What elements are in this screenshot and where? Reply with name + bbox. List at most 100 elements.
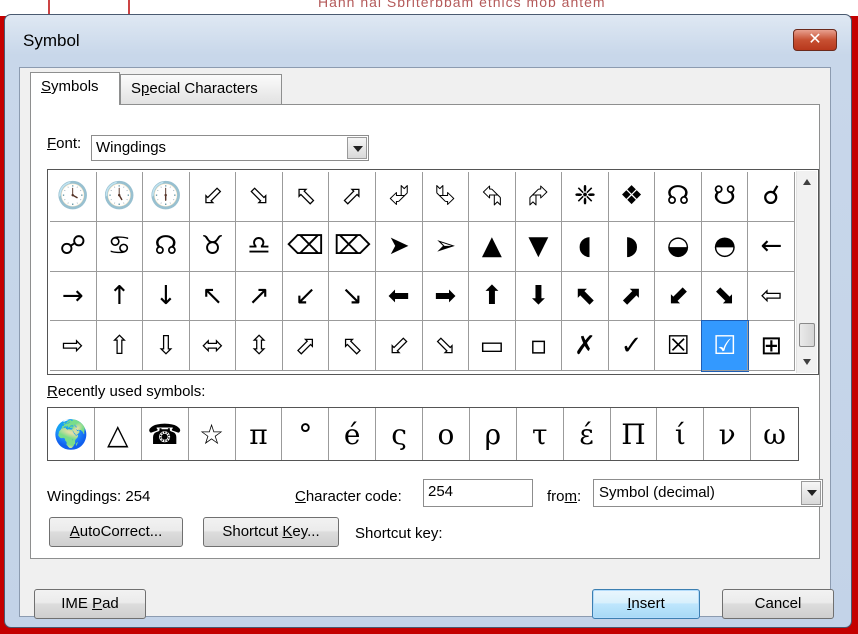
symbol-cell[interactable]: ⬆: [469, 271, 516, 322]
symbol-cell[interactable]: ↑: [96, 271, 144, 322]
symbol-cell[interactable]: ♉: [189, 221, 237, 272]
symbol-cell[interactable]: ◒: [655, 221, 702, 272]
symbol-cells: 🕓 🕔 🕕 ⬃ ⬂ ⬁ ⬀ ⮰ ⮱ ⮲ ⮳ ❈ ❖ ☊ ☋ ☌ ☍ ♋ ☊ ♉ ♎ ⌫ ⌦ ➤ ➢ ▲ ▼ ◖ ◗ ◒ ◓ ← → ↑ ↓ ↖ ↗ ↙ ↘ ⬅…: [50, 172, 795, 372]
tab-symbols[interactable]: Symbols: [30, 72, 120, 105]
cancel-button[interactable]: Cancel: [722, 589, 834, 619]
symbol-cell[interactable]: ➡: [422, 271, 470, 322]
symbol-cell[interactable]: ⌦: [329, 221, 376, 272]
symbol-cell[interactable]: ♋: [96, 221, 144, 272]
symbol-cell[interactable]: ⬄: [189, 321, 237, 371]
symbol-cell[interactable]: ⬃: [189, 172, 237, 222]
symbol-cell[interactable]: ⬃: [375, 321, 423, 371]
recent-symbol-cell[interactable]: 🌍: [48, 408, 95, 460]
symbol-cell[interactable]: ⮱: [422, 172, 470, 222]
symbol-cell[interactable]: ⬂: [236, 172, 283, 222]
symbol-cell[interactable]: 🕓: [50, 172, 97, 222]
symbol-cell[interactable]: 🕕: [143, 172, 190, 222]
symbol-cell[interactable]: ⬉: [562, 271, 609, 322]
font-select[interactable]: Wingdings: [91, 135, 369, 161]
symbol-cell[interactable]: ♎: [236, 221, 283, 272]
symbol-cell[interactable]: ⮳: [515, 172, 563, 222]
symbol-cell[interactable]: ❈: [562, 172, 609, 222]
ime-pad-button[interactable]: IME Pad: [34, 589, 146, 619]
recent-symbol-cell[interactable]: Π: [611, 408, 658, 460]
button-label: ad: [102, 595, 119, 612]
scroll-down-icon[interactable]: [803, 359, 811, 365]
symbol-cell[interactable]: ◗: [608, 221, 656, 272]
symbol-grid-scrollbar[interactable]: [796, 171, 817, 373]
symbol-cell[interactable]: ⬁: [282, 172, 330, 222]
symbol-cell[interactable]: ▫: [515, 321, 563, 371]
scroll-thumb[interactable]: [799, 323, 815, 347]
symbol-cell[interactable]: ⮰: [375, 172, 423, 222]
symbol-cell[interactable]: 🕔: [96, 172, 144, 222]
symbol-cell[interactable]: ▼: [515, 221, 563, 272]
symbol-cell[interactable]: ☌: [748, 172, 795, 222]
insert-button[interactable]: Insert: [592, 589, 700, 619]
symbol-cell[interactable]: ▲: [469, 221, 516, 272]
symbol-cell[interactable]: ⇦: [748, 271, 795, 322]
scroll-up-icon[interactable]: [803, 179, 811, 185]
chevron-down-icon[interactable]: [801, 481, 821, 505]
symbol-cell[interactable]: ↘: [329, 271, 376, 322]
symbol-cell[interactable]: ⬅: [375, 271, 423, 322]
recent-symbol-cell[interactable]: °: [282, 408, 330, 460]
symbol-cell[interactable]: ✗: [562, 321, 609, 371]
recent-symbol-cell[interactable]: ☆: [189, 408, 236, 460]
symbol-cell[interactable]: ↙: [282, 271, 330, 322]
symbol-cell[interactable]: ←: [748, 221, 795, 272]
recent-symbol-cell[interactable]: έ: [564, 408, 611, 460]
symbol-cell[interactable]: ➢: [422, 221, 470, 272]
tab-special-characters[interactable]: Special Characters: [120, 74, 282, 104]
recent-symbol-cell[interactable]: ρ: [470, 408, 517, 460]
symbol-cell[interactable]: ↓: [143, 271, 190, 322]
shortcut-key-button[interactable]: Shortcut Key...: [203, 517, 339, 547]
recent-symbol-cell[interactable]: ς: [376, 408, 423, 460]
symbol-cell[interactable]: ↖: [189, 271, 237, 322]
recent-symbol-cell[interactable]: △: [95, 408, 142, 460]
symbol-cell[interactable]: ☋: [701, 172, 749, 222]
recent-symbols-label: Recently used symbols:: [47, 383, 205, 400]
symbol-cell[interactable]: ⌫: [282, 221, 330, 272]
symbol-cell[interactable]: →: [50, 271, 97, 322]
recent-symbol-cell[interactable]: ί: [657, 408, 705, 460]
symbol-cell[interactable]: ❖: [608, 172, 656, 222]
recent-symbol-cell[interactable]: ν: [704, 408, 752, 460]
symbol-cell[interactable]: ⇳: [236, 321, 283, 371]
symbol-cell[interactable]: ⇧: [96, 321, 144, 371]
autocorrect-button[interactable]: AutoCorrect...: [49, 517, 183, 547]
symbol-cell[interactable]: ↗: [236, 271, 283, 322]
chevron-down-icon[interactable]: [347, 137, 367, 159]
symbol-cell[interactable]: ⬋: [655, 271, 702, 322]
recent-symbol-cell[interactable]: é: [329, 408, 377, 460]
recent-symbol-cell[interactable]: π: [236, 408, 283, 460]
close-button[interactable]: ✕: [793, 29, 837, 51]
symbol-cell[interactable]: ☊: [655, 172, 702, 222]
character-code-input[interactable]: 254: [423, 479, 533, 507]
symbol-cell[interactable]: ⇨: [50, 321, 97, 371]
symbol-cell[interactable]: ⬀: [329, 172, 376, 222]
recent-symbol-cell[interactable]: ω: [751, 408, 798, 460]
symbol-cell[interactable]: ☍: [50, 221, 97, 272]
recent-symbol-cell[interactable]: τ: [517, 408, 564, 460]
symbol-cell[interactable]: ⊞: [748, 321, 795, 371]
symbol-cell[interactable]: ✓: [608, 321, 656, 371]
recent-symbol-cell[interactable]: ο: [423, 408, 470, 460]
symbol-cell[interactable]: ☑: [700, 320, 750, 372]
symbol-cell[interactable]: ⇩: [143, 321, 190, 371]
recent-symbol-cell[interactable]: ☎: [142, 408, 189, 460]
symbol-cell[interactable]: ⬊: [701, 271, 749, 322]
symbol-cell[interactable]: ◖: [562, 221, 609, 272]
symbol-cell[interactable]: ☊: [143, 221, 190, 272]
symbol-cell[interactable]: ➤: [375, 221, 423, 272]
symbol-cell[interactable]: ⬂: [422, 321, 470, 371]
symbol-cell[interactable]: ▭: [469, 321, 516, 371]
symbol-cell[interactable]: ◓: [701, 221, 749, 272]
from-select[interactable]: Symbol (decimal): [593, 479, 823, 507]
symbol-cell[interactable]: ☒: [655, 321, 702, 371]
symbol-cell[interactable]: ⮲: [469, 172, 516, 222]
symbol-cell[interactable]: ⬈: [608, 271, 656, 322]
symbol-cell[interactable]: ⬇: [515, 271, 563, 322]
symbol-cell[interactable]: ⬁: [329, 321, 376, 371]
symbol-cell[interactable]: ⬀: [282, 321, 330, 371]
